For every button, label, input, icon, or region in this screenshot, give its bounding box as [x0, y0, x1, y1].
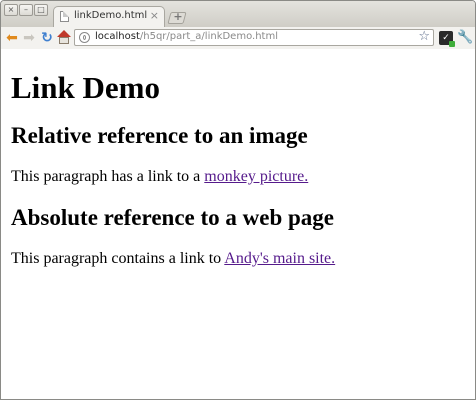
- page-content: Link Demo Relative reference to an image…: [1, 49, 475, 399]
- bookmark-star-icon[interactable]: ☆: [418, 29, 430, 44]
- title-bar: × – □ linkDemo.html ×: [1, 1, 475, 27]
- window-maximize-button[interactable]: □: [34, 4, 48, 16]
- monkey-picture-link[interactable]: monkey picture.: [204, 168, 308, 185]
- forward-arrow-icon[interactable]: ➡: [21, 30, 37, 46]
- home-icon[interactable]: [56, 30, 72, 46]
- url-path: /h5qr/part_a/linkDemo.html: [139, 31, 278, 42]
- address-bar[interactable]: localhost/h5qr/part_a/linkDemo.html ☆: [74, 29, 434, 46]
- browser-window: × – □ linkDemo.html × ⬅ ➡ ↻ localhost/h5…: [0, 0, 476, 400]
- page-info-icon[interactable]: [79, 32, 90, 43]
- url-text[interactable]: localhost/h5qr/part_a/linkDemo.html: [95, 31, 278, 42]
- paragraph-text: This paragraph contains a link to: [11, 250, 225, 267]
- tab-title: linkDemo.html: [74, 10, 148, 21]
- main-site-link[interactable]: Andy's main site.: [224, 250, 335, 267]
- tab-linkdemo[interactable]: linkDemo.html ×: [53, 6, 165, 27]
- url-host: localhost: [95, 31, 140, 42]
- paragraph-relative: This paragraph has a link to a monkey pi…: [11, 167, 465, 187]
- section-heading-relative: Relative reference to an image: [11, 123, 308, 148]
- window-close-button[interactable]: ×: [4, 4, 18, 16]
- extension-icon[interactable]: ✓: [439, 31, 455, 47]
- browser-toolbar: ⬅ ➡ ↻ localhost/h5qr/part_a/linkDemo.htm…: [1, 27, 475, 50]
- wrench-icon[interactable]: 🔧: [457, 30, 473, 45]
- page-favicon-icon: [60, 11, 69, 22]
- paragraph-absolute: This paragraph contains a link to Andy's…: [11, 249, 465, 269]
- page-title: Link Demo: [11, 70, 160, 105]
- new-tab-button[interactable]: [167, 12, 187, 24]
- window-minimize-button[interactable]: –: [19, 4, 33, 16]
- back-arrow-icon[interactable]: ⬅: [4, 30, 20, 46]
- window-controls: × – □: [4, 4, 48, 16]
- tab-close-icon[interactable]: ×: [150, 9, 159, 22]
- paragraph-text: This paragraph has a link to a: [11, 168, 205, 185]
- reload-icon[interactable]: ↻: [39, 30, 55, 46]
- section-heading-absolute: Absolute reference to a web page: [11, 205, 334, 230]
